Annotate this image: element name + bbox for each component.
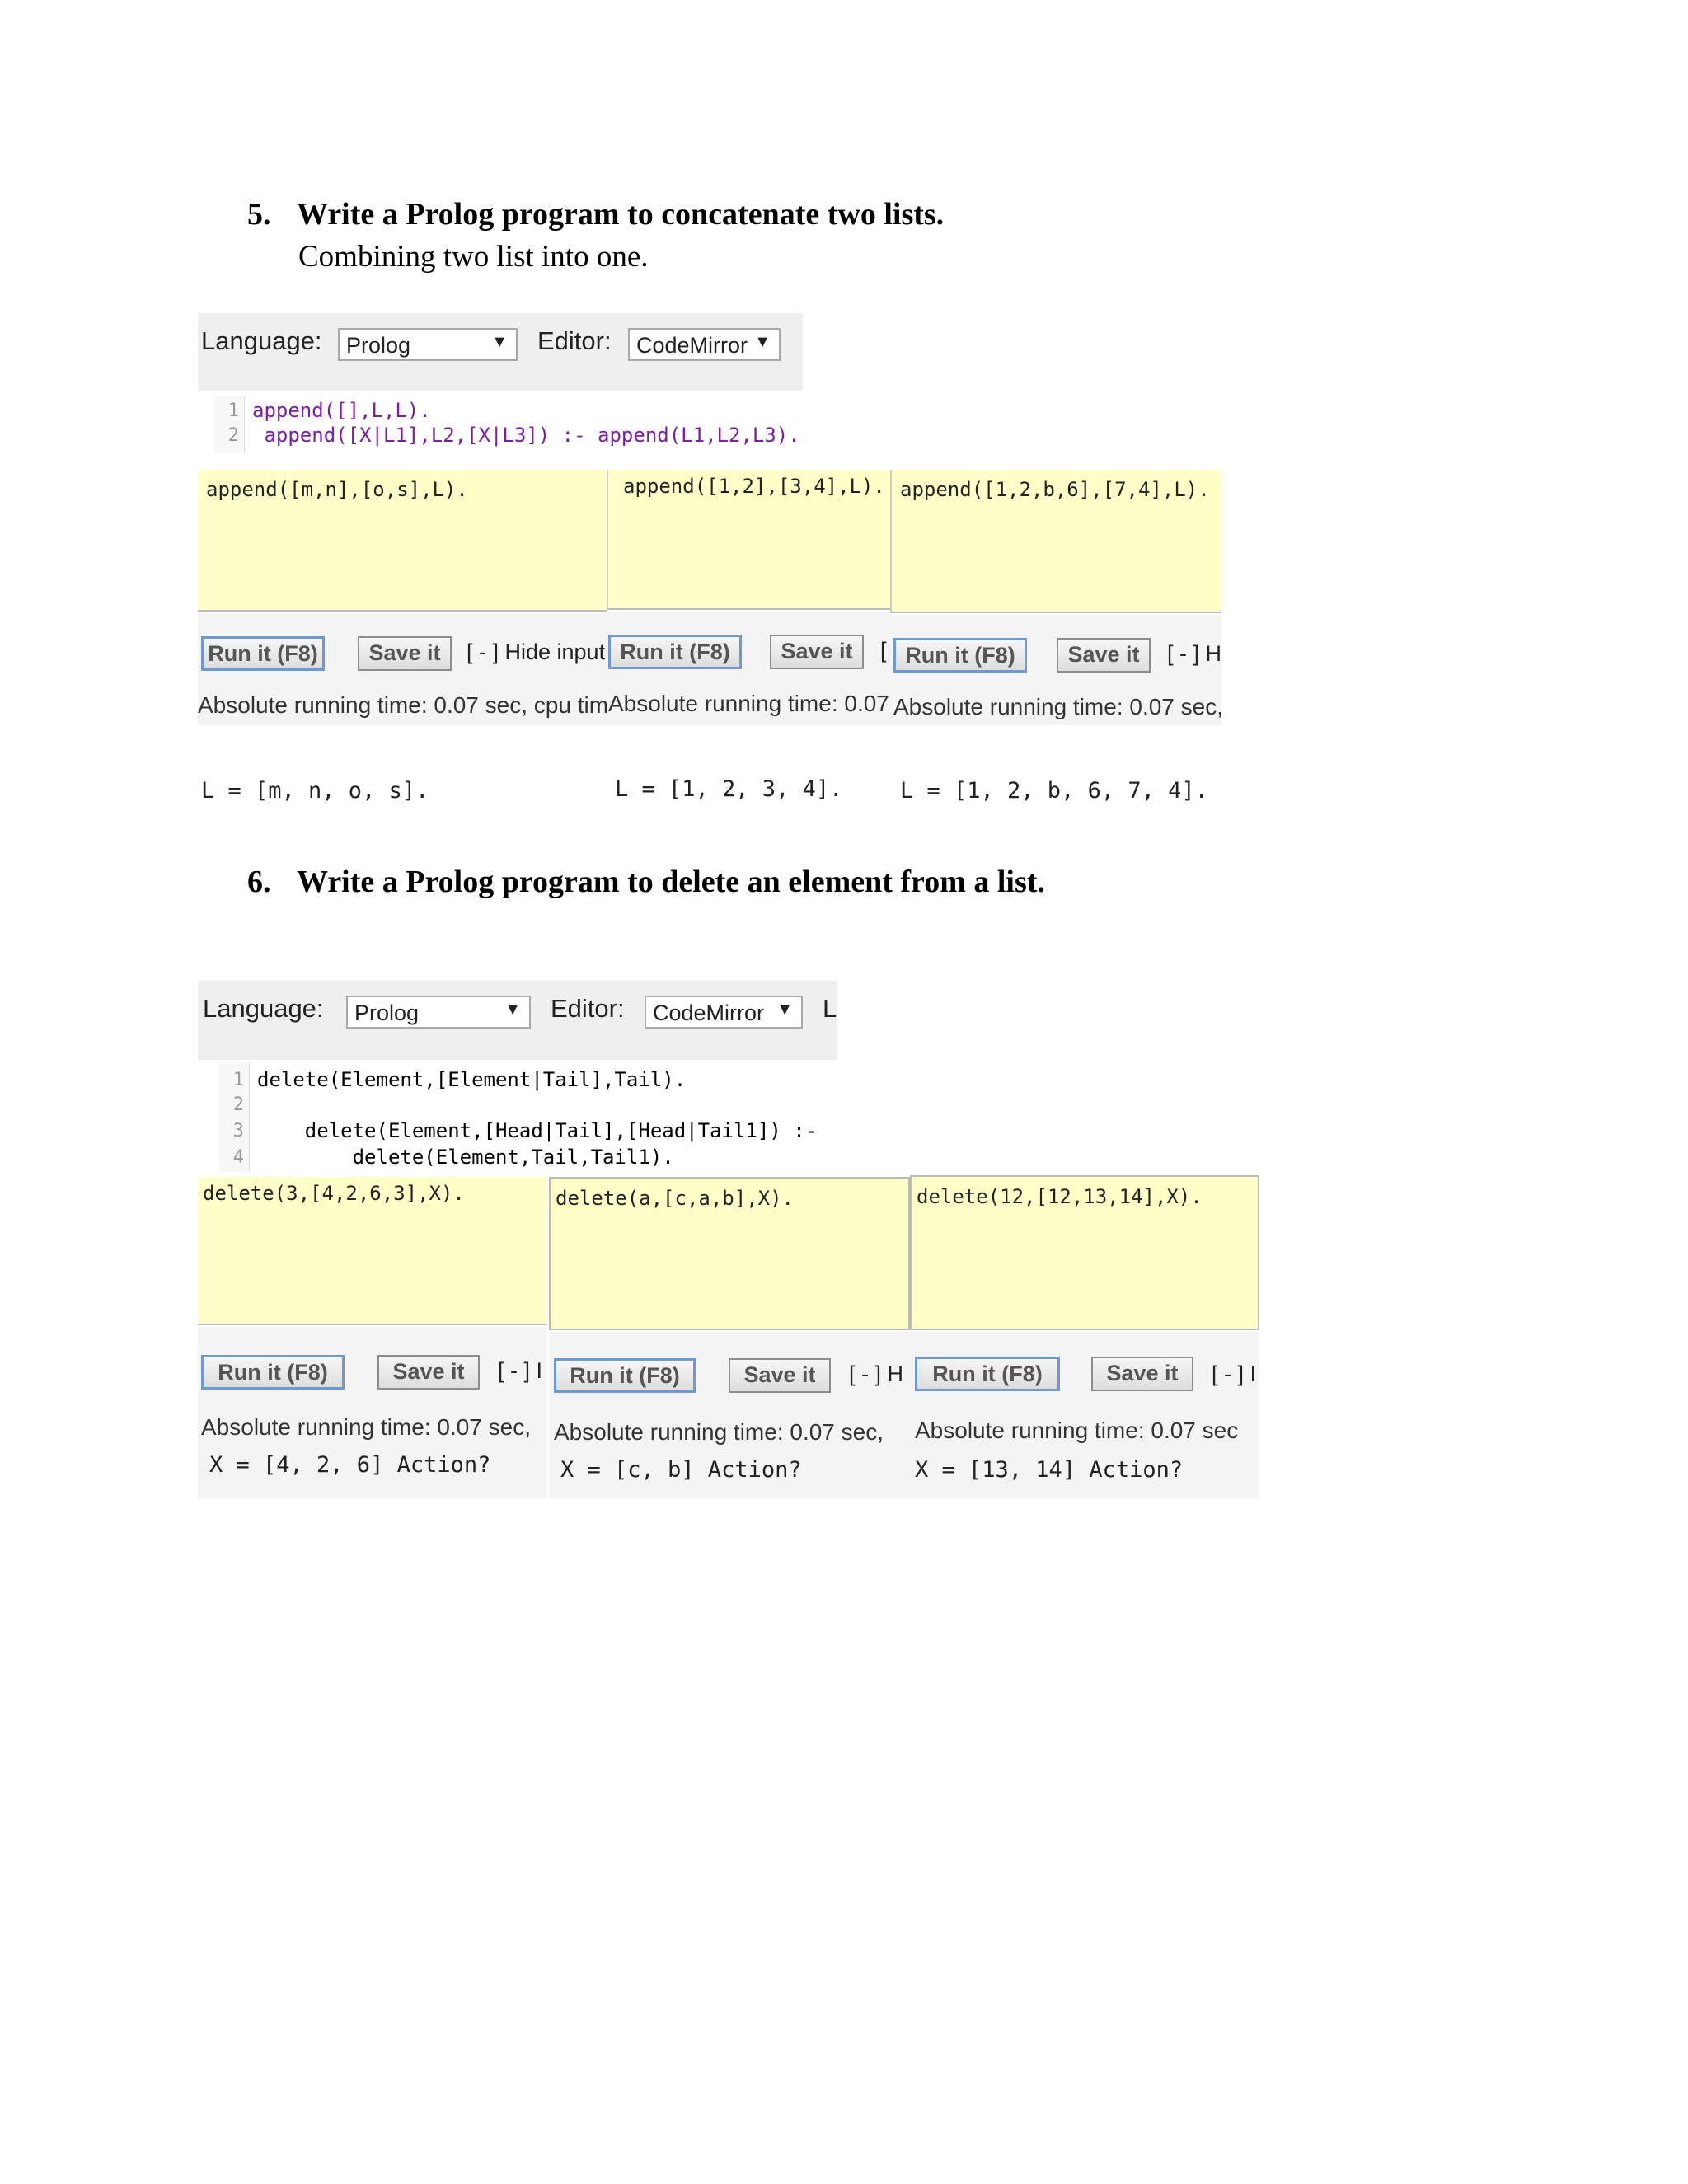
line-number: 3 xyxy=(232,1121,244,1141)
line-number: 2 xyxy=(227,425,239,446)
result-text: X = [c, b] Action? xyxy=(560,1457,802,1483)
q6-query-box-2[interactable]: delete(a,[c,a,b],X). xyxy=(549,1177,910,1330)
result-text: X = [13, 14] Action? xyxy=(915,1457,1184,1483)
q5-query-box-1[interactable]: append([m,n],[o,s],L). xyxy=(198,470,607,612)
result-text: L = [1, 2, 3, 4]. xyxy=(615,776,843,802)
hide-input-link[interactable]: [ - ] Hide input xyxy=(467,640,607,665)
run-button[interactable]: Run it (F8) xyxy=(915,1357,1060,1391)
q6-query-box-3[interactable]: delete(12,[12,13,14],X). xyxy=(910,1175,1259,1330)
runtime-text: Absolute running time: 0.07 sec xyxy=(915,1418,1239,1443)
runtime-text: Absolute running time: 0.07 sec, cpu tim… xyxy=(198,692,607,718)
q6-number: 6. xyxy=(247,865,271,899)
save-button[interactable]: Save it xyxy=(377,1355,480,1390)
q5-editor-value: CodeMirror xyxy=(636,333,748,358)
chevron-down-icon: ▼ xyxy=(776,1001,793,1019)
q6-code-line[interactable]: delete(Element,[Head|Tail],[Head|Tail1])… xyxy=(257,1119,817,1142)
q5-query-box-2[interactable]: append([1,2],[3,4],L). xyxy=(607,470,890,610)
q6-editor-label: Editor: xyxy=(551,994,625,1023)
result-text: X = [4, 2, 6] Action? xyxy=(209,1452,491,1478)
chevron-down-icon: ▼ xyxy=(491,333,508,351)
q6-code-line[interactable]: delete(Element,Tail,Tail1). xyxy=(257,1146,674,1169)
line-number: 2 xyxy=(232,1094,244,1115)
save-button[interactable]: Save it xyxy=(358,636,452,671)
save-button[interactable]: Save it xyxy=(1091,1357,1193,1391)
q6-editor-select[interactable]: CodeMirror ▼ xyxy=(645,996,803,1029)
q5-language-select[interactable]: Prolog ▼ xyxy=(338,328,518,361)
q6-query-box-1[interactable]: delete(3,[4,2,6,3],X). xyxy=(198,1177,547,1325)
hide-input-link[interactable]: [ - ] I xyxy=(498,1358,547,1384)
save-button[interactable]: Save it xyxy=(1057,638,1151,673)
run-button[interactable]: Run it (F8) xyxy=(608,635,742,669)
q6-language-label: Language: xyxy=(203,994,324,1023)
run-button[interactable]: Run it (F8) xyxy=(201,1355,345,1390)
run-button[interactable]: Run it (F8) xyxy=(201,636,325,671)
runtime-text: Absolute running time: 0.07 xyxy=(608,691,889,716)
hide-input-link[interactable]: [ - ] H xyxy=(1167,641,1221,667)
q5-language-value: Prolog xyxy=(346,333,411,358)
line-number: 4 xyxy=(232,1147,244,1168)
query-text: delete(3,[4,2,6,3],X). xyxy=(203,1182,465,1205)
runtime-text: Absolute running time: 0.07 sec, xyxy=(554,1419,884,1445)
line-number: 1 xyxy=(227,401,239,421)
hide-input-link[interactable]: [ - ] I xyxy=(1212,1361,1259,1387)
query-text: delete(12,[12,13,14],X). xyxy=(917,1185,1203,1208)
q5-editor-label: Editor: xyxy=(537,326,612,355)
query-text: delete(a,[c,a,b],X). xyxy=(556,1187,794,1210)
q5-query-box-3[interactable]: append([1,2,b,6],[7,4],L). xyxy=(890,470,1221,613)
save-button[interactable]: Save it xyxy=(770,635,864,669)
result-text: L = [m, n, o, s]. xyxy=(201,778,429,804)
line-number: 1 xyxy=(232,1070,244,1090)
q5-language-label: Language: xyxy=(201,326,322,355)
q6-code-line[interactable]: delete(Element,[Element|Tail],Tail). xyxy=(257,1068,686,1091)
q6-language-value: Prolog xyxy=(354,1001,420,1025)
hide-input-link[interactable]: [ xyxy=(880,638,890,663)
q5-code-line[interactable]: append([],L,L). xyxy=(252,399,431,422)
result-text: L = [1, 2, b, 6, 7, 4]. xyxy=(900,778,1208,804)
q5-number: 5. xyxy=(247,197,271,232)
q5-heading: 5. Write a Prolog program to concatenate… xyxy=(247,196,1071,234)
q6-editor-value: CodeMirror xyxy=(653,1001,765,1025)
q5-editor-select[interactable]: CodeMirror ▼ xyxy=(628,328,781,361)
q5-subtitle: Combining two list into one. xyxy=(298,240,649,274)
q5-code-line[interactable]: append([X|L1],L2,[X|L3]) :- append(L1,L2… xyxy=(252,424,799,447)
q6-title: Write a Prolog program to delete an elem… xyxy=(297,865,1045,899)
chevron-down-icon: ▼ xyxy=(754,333,771,351)
chevron-down-icon: ▼ xyxy=(504,1001,521,1019)
query-text: append([1,2],[3,4],L). xyxy=(623,475,885,498)
save-button[interactable]: Save it xyxy=(729,1358,831,1393)
q6-heading: 6. Write a Prolog program to delete an e… xyxy=(247,864,1154,902)
q5-title: Write a Prolog program to concatenate tw… xyxy=(297,197,945,232)
runtime-text: Absolute running time: 0.07 sec, xyxy=(893,694,1221,719)
run-button[interactable]: Run it (F8) xyxy=(893,638,1027,673)
query-text: append([1,2,b,6],[7,4],L). xyxy=(900,478,1210,501)
query-text: append([m,n],[o,s],L). xyxy=(206,478,468,501)
runtime-text: Absolute running time: 0.07 sec, xyxy=(201,1414,532,1440)
q6-language-select[interactable]: Prolog ▼ xyxy=(346,996,531,1029)
hide-input-link[interactable]: [ - ] H xyxy=(849,1361,910,1387)
run-button[interactable]: Run it (F8) xyxy=(554,1358,696,1393)
q6-extra-label: L xyxy=(823,994,837,1023)
